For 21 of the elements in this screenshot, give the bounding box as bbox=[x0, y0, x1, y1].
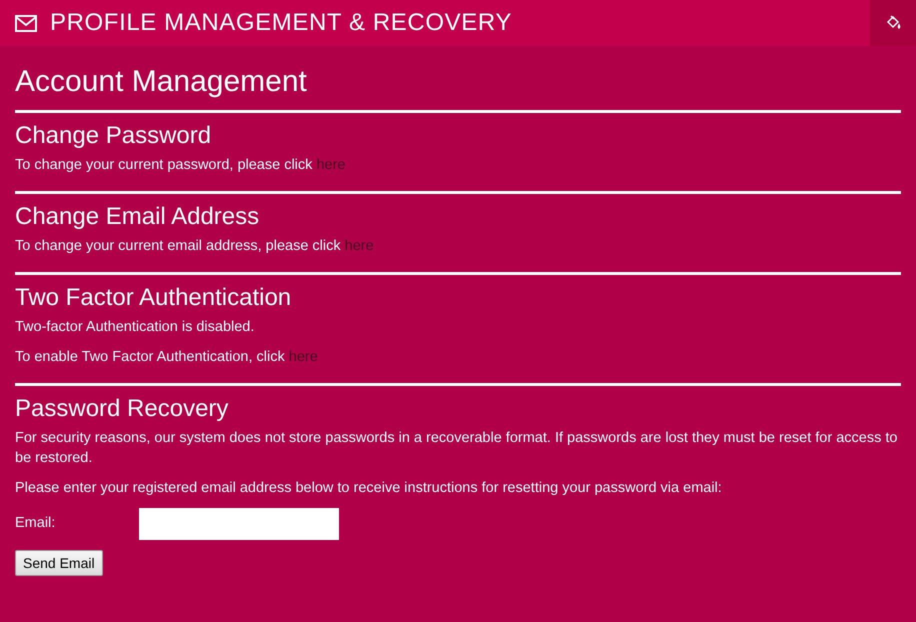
section-text: For security reasons, our system does not store passwords in a recoverable format. If passwords are lost they must be reset for access to be restored. bbox=[15, 429, 898, 468]
here-link[interactable]: here bbox=[288, 349, 318, 365]
here-link[interactable]: here bbox=[344, 238, 374, 254]
section-title: Change Email Address bbox=[15, 202, 260, 232]
paint-bucket-button[interactable] bbox=[870, 0, 916, 46]
section-title: Change Password bbox=[15, 121, 212, 151]
section-text: To enable Two Factor Authentication, click here bbox=[15, 348, 319, 367]
section-text: To change your current email address, please click here bbox=[15, 237, 375, 256]
email-field[interactable] bbox=[139, 508, 339, 540]
section-text: To change your current password, please click here bbox=[15, 156, 346, 175]
email-label: Email: bbox=[15, 514, 56, 534]
page-title: Account Management bbox=[15, 64, 308, 100]
header-title: PROFILE MANAGEMENT & RECOVERY bbox=[50, 8, 512, 38]
here-link[interactable]: here bbox=[316, 157, 346, 173]
section-title: Two Factor Authentication bbox=[15, 283, 292, 313]
section-title: Password Recovery bbox=[15, 394, 230, 424]
section-text: Please enter your registered email address below to receive instructions for resetting your password via email: bbox=[15, 479, 723, 498]
section-text: Two-factor Authentication is disabled. bbox=[15, 318, 256, 337]
send-email-button[interactable]: Send Email bbox=[15, 550, 103, 576]
envelope-icon bbox=[15, 14, 37, 32]
paint-bucket-icon bbox=[885, 15, 901, 31]
